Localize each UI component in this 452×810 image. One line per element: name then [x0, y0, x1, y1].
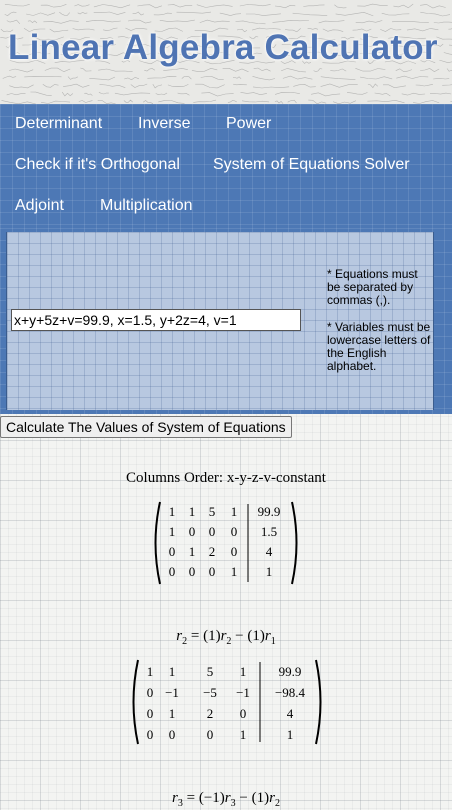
matrix-step-1-cell: 0 — [147, 706, 154, 721]
matrix-step-1-cell: −1 — [236, 685, 250, 700]
matrix-initial-cell: 0 — [189, 524, 196, 539]
matrix-initial-cell: 99.9 — [258, 504, 281, 519]
matrix-initial-cell: 1 — [189, 504, 196, 519]
matrix-step-1-cell: 1 — [287, 727, 294, 742]
nav-multiplication[interactable]: Multiplication — [100, 197, 192, 215]
matrix-step-1-cell: 1 — [147, 664, 154, 679]
matrix-initial-cell: 1 — [231, 564, 238, 579]
row-operation-1: r2 = (1)r2 − (1)r1 — [176, 628, 276, 647]
header-banner: Linear Algebra Calculator — [0, 0, 452, 104]
matrix-step-1-cell: 5 — [207, 664, 214, 679]
matrix-initial-cell: 0 — [209, 564, 216, 579]
nav-check-orthogonal[interactable]: Check if it's Orthogonal — [15, 156, 180, 174]
matrix-step-1-cell: −1 — [165, 685, 179, 700]
matrix-initial-cell: 4 — [266, 544, 273, 559]
matrix-initial-cell: 5 — [209, 504, 216, 519]
nav-power[interactable]: Power — [226, 115, 271, 133]
matrix-step-1-cell: 4 — [287, 706, 294, 721]
matrix-initial-cell: 0 — [169, 564, 176, 579]
augmented-matrix-initial: 1 1 5 1 99.91 0 0 0 1.50 1 2 0 40 0 0 1 1 — [154, 501, 298, 585]
matrix-initial-cell: 0 — [209, 524, 216, 539]
equations-input[interactable] — [11, 309, 301, 331]
row-operation-2: r3 = (−1)r3 − (1)r2 — [172, 790, 280, 809]
columns-order: Columns Order: x-y-z-v-constant — [0, 470, 452, 487]
matrix-step-1-cell: 2 — [207, 706, 214, 721]
matrix-initial-cell: 0 — [169, 544, 176, 559]
matrix-initial-cell: 1 — [169, 524, 176, 539]
nav-adjoint[interactable]: Adjoint — [15, 197, 64, 215]
nav-inverse[interactable]: Inverse — [138, 115, 190, 133]
matrix-initial-cell: 0 — [231, 544, 238, 559]
matrix-step-1-cell: 1 — [169, 664, 176, 679]
nav-system-of-equations-solver[interactable]: System of Equations Solver — [213, 156, 410, 174]
matrix-step-1-cell: 0 — [169, 727, 176, 742]
matrix-step-1-left-paren — [132, 659, 139, 745]
nav-determinant[interactable]: Determinant — [15, 115, 102, 133]
calculate-button[interactable]: Calculate The Values of System of Equati… — [0, 416, 292, 438]
matrix-step-1-cell: 0 — [147, 685, 154, 700]
matrix-initial-cell: 0 — [189, 564, 196, 579]
matrix-step-1-cell: 0 — [240, 706, 247, 721]
matrix-initial-cell: 1.5 — [261, 524, 277, 539]
matrix-initial-left-paren — [154, 501, 161, 585]
matrix-initial-cell: 1 — [169, 504, 176, 519]
note-lowercase-variables: * Variables must be lowercase letters of… — [327, 320, 431, 373]
page-title: Linear Algebra Calculator — [8, 28, 438, 67]
matrix-step-1-cell: 0 — [147, 727, 154, 742]
matrix-initial-cell: 1 — [189, 544, 196, 559]
matrix-step-1-right-paren — [315, 659, 322, 745]
matrix-initial-cell: 1 — [266, 564, 273, 579]
note-comma-separated: * Equations must be separated by commas … — [327, 267, 418, 307]
matrix-initial-right-paren — [291, 501, 298, 585]
matrix-step-1-cell: 1 — [169, 706, 176, 721]
matrix-initial-cell: 1 — [231, 504, 238, 519]
columns-order-value: x-y-z-v-constant — [226, 470, 326, 486]
matrix-step-1-cell: −5 — [203, 685, 217, 700]
matrix-initial-cell: 0 — [231, 524, 238, 539]
augmented-matrix-step-1: 1 1 5 1 99.90 −1 −5 −1 −98.40 1 2 0 40 0 0 1 1 — [132, 659, 322, 745]
matrix-step-1-cell: −98.4 — [275, 685, 306, 700]
matrix-step-1-cell: 0 — [207, 727, 214, 742]
matrix-step-1-cell: 99.9 — [279, 664, 302, 679]
matrix-initial-cell: 2 — [209, 544, 216, 559]
main-nav: Determinant Inverse Power Check if it's … — [0, 104, 452, 228]
columns-order-label: Columns Order: — [126, 470, 224, 486]
matrix-step-1-cell: 1 — [240, 664, 247, 679]
matrix-step-1-cell: 1 — [240, 727, 247, 742]
